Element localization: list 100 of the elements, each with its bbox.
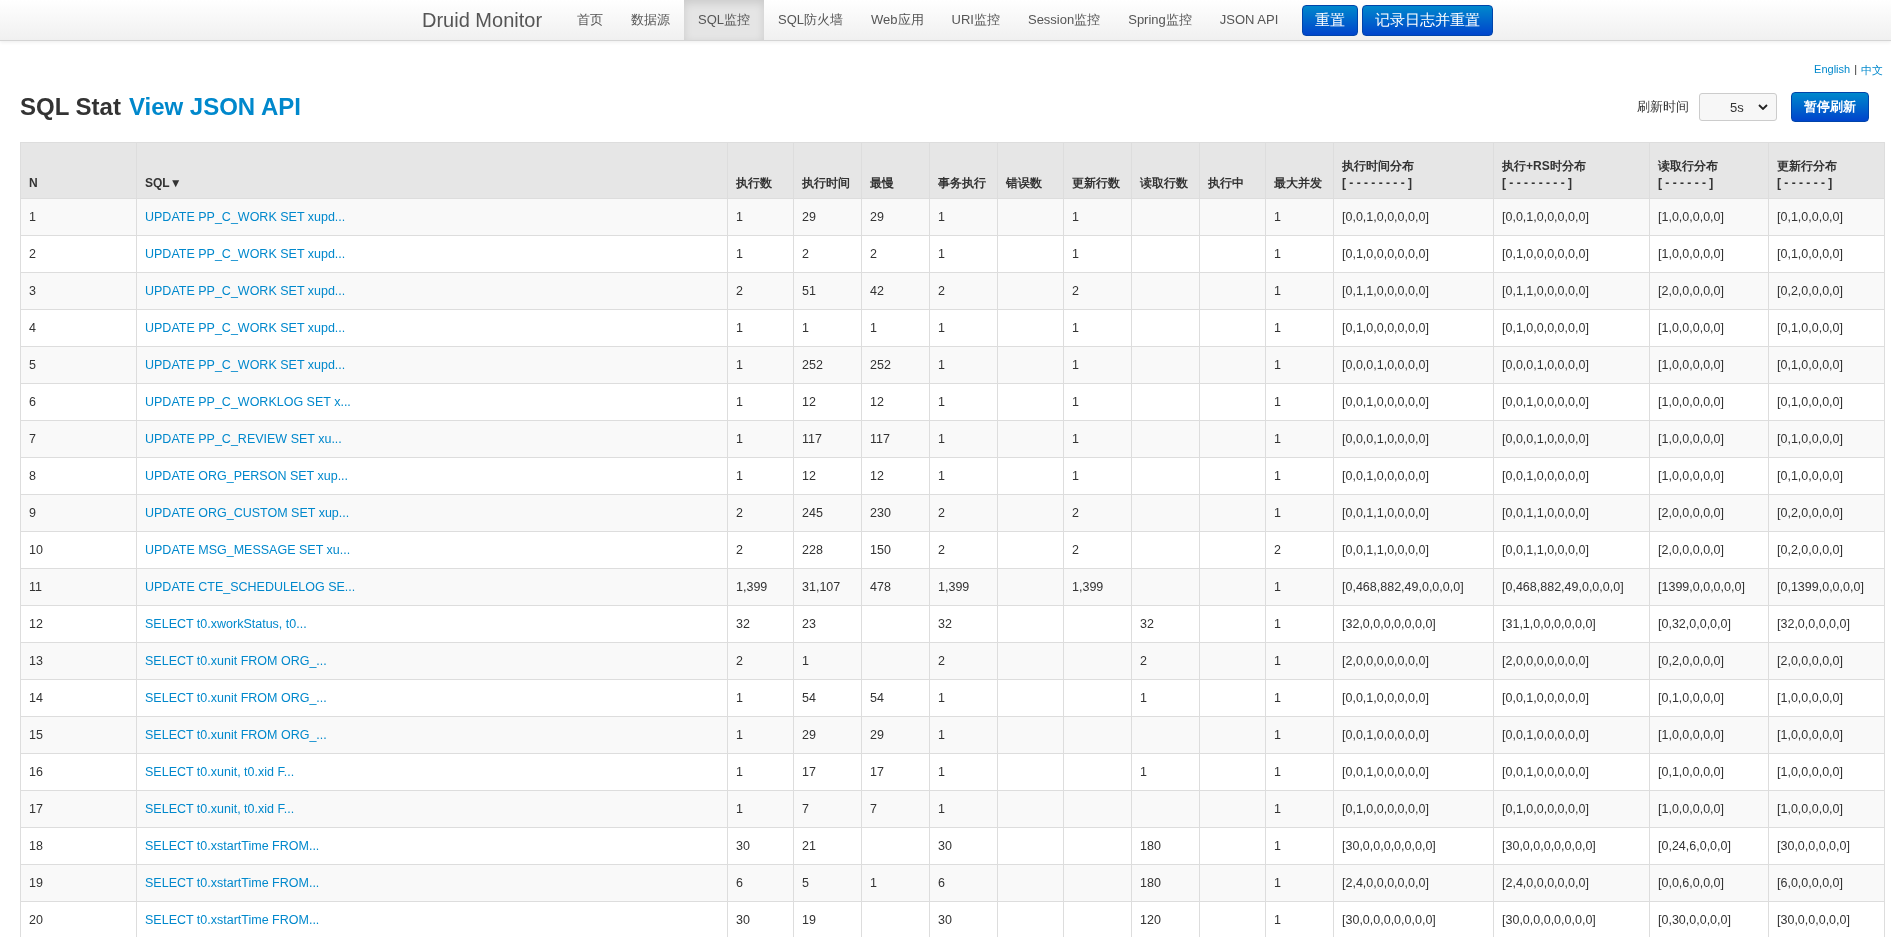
table-cell: 42 [870,284,884,298]
table-cell: 2 [1274,543,1281,557]
table-cell: 1,399 [736,580,768,594]
table-cell: [0,0,1,1,0,0,0,0] [1342,506,1429,520]
table-cell: 5 [802,876,809,890]
table-cell: [0,1,0,0,0,0] [1777,358,1844,372]
sql-link[interactable]: SELECT t0.xstartTime FROM... [145,839,320,853]
sql-link[interactable]: UPDATE PP_C_WORK SET xupd... [145,321,346,335]
table-cell: 20 [29,913,43,927]
table-cell: 117 [870,432,890,446]
json-api-link[interactable]: View JSON API [128,93,301,121]
table-cell: [0,1,0,0,0,0] [1777,247,1844,261]
table-cell: 2 [1072,543,1079,557]
table-cell: [0,1,0,0,0,0,0,0] [1342,802,1429,816]
table-cell: 1 [736,765,743,779]
table-cell: 1 [1274,913,1281,927]
table-cell: [30,0,0,0,0,0,0,0] [1342,839,1436,853]
table-cell: 120 [1140,913,1161,927]
sql-link[interactable]: UPDATE CTE_SCHEDULELOG SE... [145,580,356,594]
sql-link[interactable]: SELECT t0.xunit FROM ORG_... [145,691,327,705]
nav-tab[interactable]: URI监控 [937,0,1014,40]
table-cell: 1 [1072,432,1079,446]
nav-tab[interactable]: SQL监控 [684,0,765,40]
column-header[interactable]: SQL▼ [136,142,728,199]
sql-link[interactable]: SELECT t0.xstartTime FROM... [145,913,320,927]
table-cell: 29 [870,728,884,742]
reset-button[interactable]: 记录日志并重置 [1362,4,1494,36]
table-cell: [0,1,0,0,0,0,0,0] [1502,247,1589,261]
table-cell: [0,1,0,0,0,0] [1658,765,1725,779]
sql-link[interactable]: SELECT t0.xunit, t0.xid F... [145,765,295,779]
table-cell: 1 [1072,469,1079,483]
table-cell: 1 [1274,802,1281,816]
sql-link[interactable]: UPDATE MSG_MESSAGE SET xu... [145,543,351,557]
table-cell: [30,0,0,0,0,0,0,0] [1502,839,1596,853]
table-cell: [0,1,0,0,0,0] [1777,432,1844,446]
caret-icon [1758,104,1768,110]
table-cell: 228 [802,543,823,557]
table-cell: [0,0,1,1,0,0,0,0] [1342,543,1429,557]
sql-link[interactable]: UPDATE PP_C_WORK SET xupd... [145,284,346,298]
sql-link[interactable]: UPDATE PP_C_WORK SET xupd... [145,210,346,224]
table-cell: 19 [29,876,43,890]
refresh-interval-select[interactable]: 5s [1699,93,1777,121]
table-cell: [0,468,882,49,0,0,0,0] [1342,580,1464,594]
table-cell: [0,2,0,0,0,0] [1777,543,1844,557]
table-cell: [2,0,0,0,0,0] [1658,543,1725,557]
table-cell: 1 [736,321,743,335]
table-cell: [0,0,1,0,0,0,0,0] [1502,765,1589,779]
nav-tab[interactable]: Session监控 [1013,0,1115,40]
brand-title[interactable]: Druid Monitor [407,8,558,32]
nav-tab[interactable]: SQL防火墙 [764,0,858,40]
table-cell: [0,0,1,0,0,0,0,0] [1342,469,1429,483]
table-cell: 1 [938,802,945,816]
table-cell: 30 [938,913,952,927]
table-cell: 2 [1140,654,1147,668]
sql-link[interactable]: SELECT t0.xunit, t0.xid F... [145,802,295,816]
sql-link[interactable]: SELECT t0.xstartTime FROM... [145,876,320,890]
sql-link[interactable]: UPDATE PP_C_REVIEW SET xu... [145,432,342,446]
table-cell: [2,4,0,0,0,0,0,0] [1342,876,1429,890]
sql-link[interactable]: UPDATE PP_C_WORKLOG SET x... [145,395,351,409]
table-cell: 1 [1274,728,1281,742]
page-title: SQL Stat [20,93,121,121]
table-cell: [0,0,0,1,0,0,0,0] [1502,358,1589,372]
table-cell: 12 [802,469,816,483]
table-cell: [0,1,0,0,0,0,0,0] [1342,321,1429,335]
nav-tab[interactable]: Web应用 [857,0,938,40]
table-cell: 30 [938,839,952,853]
table-cell: 1 [938,210,945,224]
table-cell: 180 [1140,839,1161,853]
table-cell: [1,0,0,0,0,0] [1777,728,1844,742]
column-header: 执行时间分布 [ - - - - - - - - ] [1333,142,1494,199]
sql-link[interactable]: UPDATE ORG_PERSON SET xup... [145,469,349,483]
table-cell: [1,0,0,0,0,0] [1658,321,1725,335]
sql-link[interactable]: UPDATE PP_C_WORK SET xupd... [145,358,346,372]
table-cell: [0,0,1,0,0,0,0,0] [1342,210,1429,224]
table-cell: [2,0,0,0,0,0,0,0] [1502,654,1589,668]
table-cell: 32 [736,617,750,631]
table-cell: [0,2,0,0,0,0] [1777,506,1844,520]
table-cell: [0,1,0,0,0,0,0,0] [1342,247,1429,261]
table-cell: 12 [870,469,884,483]
sql-link[interactable]: SELECT t0.xunit FROM ORG_... [145,654,327,668]
table-cell: 21 [802,839,816,853]
pause-refresh-button[interactable]: 暂停刷新 [1791,92,1869,122]
table-cell: 1 [1072,358,1079,372]
nav-tab[interactable]: 数据源 [617,0,685,40]
language-link[interactable]: 中文 [1861,63,1883,78]
nav-tab[interactable]: Spring监控 [1114,0,1206,40]
sql-link[interactable]: UPDATE ORG_CUSTOM SET xup... [145,506,350,520]
table-cell: 2 [870,247,877,261]
sql-link[interactable]: SELECT t0.xunit FROM ORG_... [145,728,327,742]
reset-button[interactable]: 重置 [1302,4,1359,36]
sql-link[interactable]: SELECT t0.xworkStatus, t0... [145,617,307,631]
table-cell: 2 [938,284,945,298]
table-cell: 2 [736,506,743,520]
table-cell: 6 [29,395,36,409]
nav-tab[interactable]: JSON API [1205,0,1293,40]
table-cell: 1 [1274,691,1281,705]
sql-link[interactable]: UPDATE PP_C_WORK SET xupd... [145,247,346,261]
nav-tab[interactable]: 首页 [563,0,618,40]
language-link[interactable]: English [1814,63,1851,78]
table-cell: 15 [29,728,43,742]
